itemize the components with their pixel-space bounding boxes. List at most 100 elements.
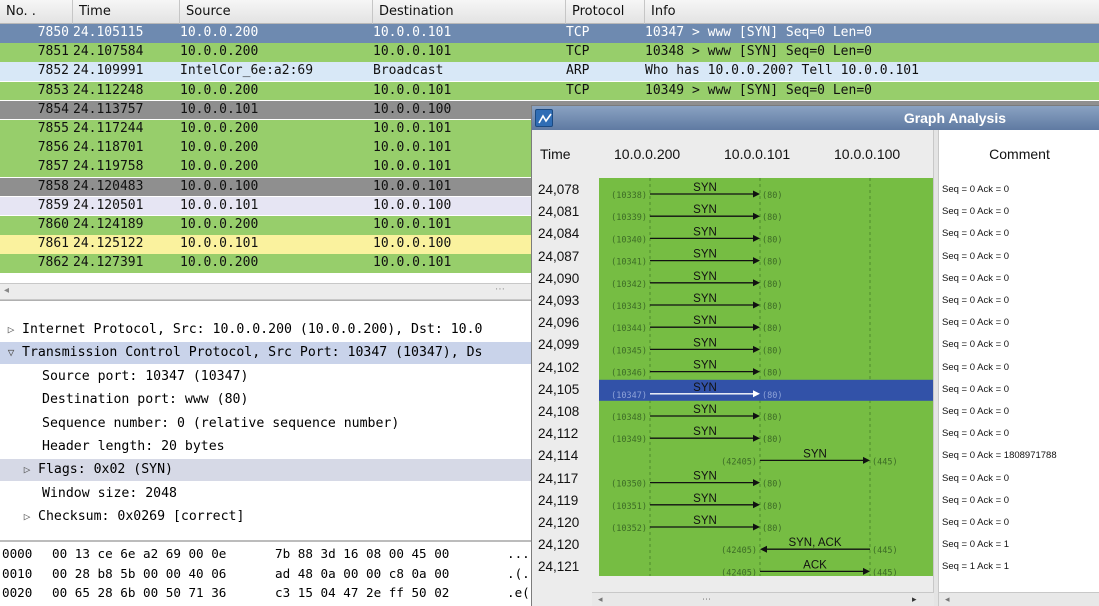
flow-comment: Seq = 0 Ack = 0: [942, 250, 1010, 262]
packet-number: 7857: [37, 159, 69, 175]
source-port: (10342): [611, 280, 647, 290]
packet-info: Who has 10.0.0.200? Tell 10.0.0.101: [645, 63, 919, 79]
detail-row[interactable]: Window size: 2048: [0, 483, 540, 505]
packet-row[interactable]: 7851 24.107584 10.0.0.200 10.0.0.101 TCP 1034…: [0, 43, 1099, 62]
destination-port: (80): [762, 324, 782, 334]
arrow-head-icon: [863, 567, 870, 575]
expanded-triangle-icon[interactable]: ▽: [4, 342, 18, 364]
destination-port: (80): [762, 502, 782, 512]
flow-row[interactable]: SYN (10340) (80): [611, 226, 782, 245]
host-header-2: 10.0.0.101: [724, 146, 791, 162]
flow-row[interactable]: SYN (10343) (80): [611, 293, 782, 312]
column-header-source[interactable]: Source: [180, 0, 373, 24]
packet-time: 24.105115: [73, 25, 144, 40]
flow-row[interactable]: SYN (10348) (80): [611, 404, 782, 423]
flow-label: SYN: [693, 293, 717, 305]
column-header-protocol[interactable]: Protocol: [566, 0, 645, 24]
column-header-no[interactable]: No. .: [0, 0, 73, 24]
graph-analysis-title-bar[interactable]: Graph Analysis: [532, 106, 1099, 130]
flow-row[interactable]: SYN (10352) (80): [611, 515, 782, 534]
arrow-head-icon: [753, 212, 760, 220]
flow-row[interactable]: SYN (10338) (80): [611, 182, 782, 201]
flow-comment: Seq = 0 Ack = 1: [942, 539, 1010, 551]
flow-label: SYN: [693, 360, 717, 372]
flow-row[interactable]: ACK (42405) (445): [721, 559, 897, 576]
destination-port: (80): [762, 524, 782, 534]
flow-comment: Seq = 1 Ack = 1: [942, 561, 1010, 573]
packet-row[interactable]: 7852 24.109991 IntelCor_6e:a2:69 Broadcast A…: [0, 62, 1099, 81]
packet-number: 7861: [37, 236, 69, 252]
scroll-left-icon[interactable]: ◂: [4, 285, 9, 296]
scroll-grip-icon[interactable]: ⋯: [495, 284, 505, 295]
details-top-separator: [0, 300, 540, 306]
source-port: (10352): [611, 524, 647, 534]
graph-hscrollbar[interactable]: ◂ ⋯ ▸: [592, 592, 934, 606]
hex-ascii: ...: [507, 546, 530, 561]
detail-row[interactable]: Header length: 20 bytes: [0, 436, 540, 458]
flow-label: SYN: [803, 448, 827, 460]
flow-row[interactable]: SYN (42405) (445): [721, 448, 897, 467]
detail-text: Internet Protocol, Src: 10.0.0.200 (10.0…: [22, 322, 483, 337]
flow-row[interactable]: SYN (10344) (80): [611, 315, 782, 334]
detail-row[interactable]: Destination port: www (80): [0, 389, 540, 411]
flow-row[interactable]: SYN (10350) (80): [611, 471, 782, 490]
graph-analysis-window[interactable]: Graph Analysis Time 10.0.0.200 10.0.0.10…: [531, 105, 1099, 606]
scroll-right-icon[interactable]: ▸: [912, 593, 917, 606]
collapsed-triangle-icon[interactable]: ▷: [20, 506, 34, 528]
detail-row[interactable]: ▽ Transmission Control Protocol, Src Port…: [0, 342, 540, 365]
packet-source: 10.0.0.100: [180, 178, 259, 194]
flow-graph-svg[interactable]: SYN (10338) (80) SYN (10339) (80) SYN (10340) (8…: [599, 178, 933, 576]
source-port: (10344): [611, 324, 647, 334]
packet-details-pane[interactable]: ▷ Internet Protocol, Src: 10.0.0.200 (10.…: [0, 300, 540, 540]
source-port: (10346): [611, 369, 647, 379]
flow-row[interactable]: SYN (10339) (80): [611, 204, 782, 223]
destination-port: (80): [762, 258, 782, 268]
flow-graph-canvas[interactable]: SYN (10338) (80) SYN (10339) (80) SYN (10340) (8…: [599, 178, 933, 576]
packet-row[interactable]: 7850 24.105115 10.0.0.200 10.0.0.101 TCP 1034…: [0, 24, 1099, 43]
column-header-info[interactable]: Info: [645, 0, 1099, 24]
flow-row[interactable]: SYN (10346) (80): [611, 360, 782, 379]
scroll-left-icon[interactable]: ◂: [945, 593, 950, 606]
packet-bytes-pane[interactable]: 0000 00 13 ce 6e a2 69 00 0e 7b 88 3d 16 0…: [0, 540, 540, 606]
hex-ascii: .e(: [507, 585, 530, 600]
arrow-head-icon: [753, 368, 760, 376]
detail-row[interactable]: ▷ Flags: 0x02 (SYN): [0, 459, 540, 482]
scroll-left-icon[interactable]: ◂: [598, 593, 603, 606]
flow-comment: Seq = 0 Ack = 0: [942, 361, 1010, 373]
arrow-head-icon: [760, 545, 767, 553]
flow-time: 24,114: [538, 448, 579, 464]
column-header-destination[interactable]: Destination: [373, 0, 566, 24]
collapsed-triangle-icon[interactable]: ▷: [20, 459, 34, 481]
flow-row[interactable]: SYN (10341) (80): [611, 249, 782, 268]
flow-comment: Seq = 0 Ack = 0: [942, 272, 1010, 284]
detail-row[interactable]: ▷ Checksum: 0x0269 [correct]: [0, 506, 540, 528]
flow-comment: Seq = 0 Ack = 0: [942, 206, 1010, 218]
collapsed-triangle-icon[interactable]: ▷: [4, 319, 18, 341]
flow-row[interactable]: SYN, ACK (42405) (445): [721, 537, 897, 556]
detail-row[interactable]: Sequence number: 0 (relative sequence nu…: [0, 413, 540, 435]
packet-row[interactable]: 7853 24.112248 10.0.0.200 10.0.0.101 TCP 1034…: [0, 81, 1099, 101]
packet-list-hscrollbar[interactable]: ◂ ⋯: [0, 283, 540, 300]
flow-row[interactable]: SYN (10349) (80): [611, 426, 782, 445]
flow-time: 24,096: [538, 315, 580, 331]
packet-time: 24.112248: [73, 82, 144, 98]
scroll-grip-icon[interactable]: ⋯: [702, 593, 711, 606]
detail-row[interactable]: ▷ Internet Protocol, Src: 10.0.0.200 (10.…: [0, 319, 540, 341]
flow-row[interactable]: SYN (10342) (80): [611, 271, 782, 290]
packet-protocol: TCP: [566, 25, 590, 40]
hex-ascii: .(.: [507, 565, 530, 581]
flow-comment: Seq = 0 Ack = 0: [942, 295, 1010, 306]
column-header-comment: Comment: [989, 146, 1050, 162]
arrow-head-icon: [863, 456, 870, 464]
column-header-time[interactable]: Time: [73, 0, 180, 24]
packet-time: 24.107584: [73, 44, 144, 60]
flow-comment: Seq = 0 Ack = 0: [942, 339, 1010, 351]
flow-row[interactable]: SYN (10347) (80): [599, 379, 933, 401]
detail-text: Sequence number: 0 (relative sequence nu…: [42, 415, 400, 431]
comment-hscrollbar[interactable]: ◂: [939, 592, 1099, 606]
flow-row[interactable]: SYN (10345) (80): [611, 337, 782, 356]
detail-row[interactable]: Source port: 10347 (10347): [0, 366, 540, 388]
hex-bytes: 00 65 28 6b 00 50 71 36: [52, 585, 227, 600]
flow-row[interactable]: SYN (10351) (80): [611, 493, 782, 512]
arrow-head-icon: [753, 434, 760, 442]
